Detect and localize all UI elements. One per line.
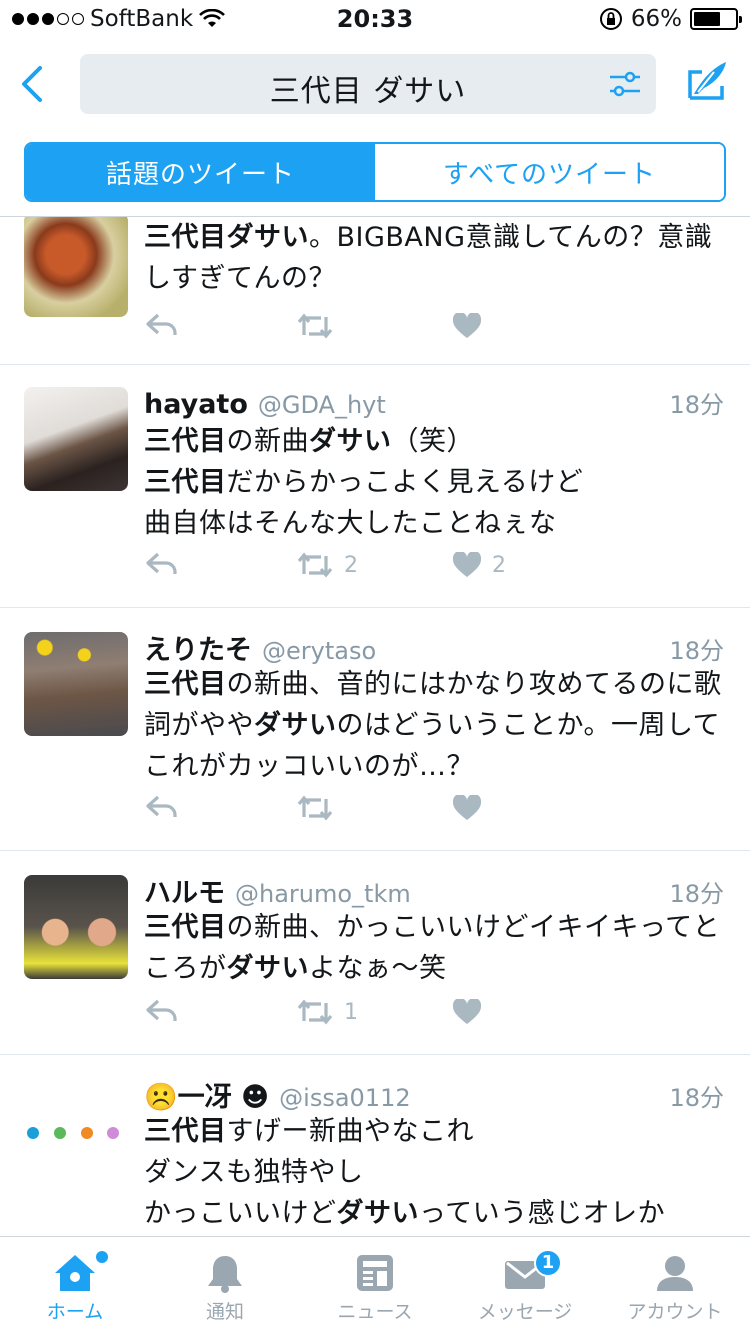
like-icon[interactable] xyxy=(452,313,482,339)
like-icon[interactable] xyxy=(452,999,482,1025)
bottom-tab-bar: ホーム 通知 ニュース 1 メッセージ アカウント xyxy=(0,1236,750,1334)
tweet-author-handle[interactable]: @harumo_tkm xyxy=(235,880,411,908)
tab-messages-label: メッセージ xyxy=(477,1301,573,1323)
tab-notifications[interactable]: 通知 xyxy=(150,1237,300,1334)
tweet-timestamp: 18分 xyxy=(669,1084,724,1112)
tweet-actions: 2 2 xyxy=(144,552,564,592)
retweet-icon xyxy=(297,552,333,578)
avatar[interactable] xyxy=(24,875,128,979)
retweet-count: 2 xyxy=(344,552,358,578)
retweet-count: 1 xyxy=(344,999,358,1025)
timeline[interactable]: 三代目ダサい。BIGBANG意識してんの？意識しすぎてんの？ hayato @G… xyxy=(0,217,750,1236)
tweet-author-handle[interactable]: @erytaso xyxy=(262,637,376,665)
tweet-timestamp: 18分 xyxy=(669,637,724,665)
search-query: 三代目 ダサい xyxy=(269,74,467,109)
tab-account-label: アカウント xyxy=(627,1301,723,1323)
rotation-lock-icon xyxy=(599,8,622,30)
tab-news-label: ニュース xyxy=(337,1301,413,1323)
battery-percent: 66% xyxy=(630,6,682,32)
filter-icon[interactable] xyxy=(608,70,642,98)
tab-home-label: ホーム xyxy=(46,1301,104,1323)
search-header: 三代目 ダサい xyxy=(0,40,750,128)
messages-badge: 1 xyxy=(534,1249,562,1277)
tweet[interactable]: えりたそ @erytaso 18分 三代目の新曲、音的にはかなり攻めてるのに歌詞… xyxy=(0,608,750,851)
tweet[interactable]: ハルモ @harumo_tkm 18分 三代目の新曲、かっこいいけどイキイキって… xyxy=(0,851,750,1055)
tab-account[interactable]: アカウント xyxy=(600,1237,750,1334)
tweet-actions: 1 xyxy=(144,999,564,1039)
reply-icon[interactable] xyxy=(146,552,178,576)
tweet-filter-tabs: 話題のツイート すべてのツイート xyxy=(24,142,726,202)
tweet-author-handle[interactable]: @issa0112 xyxy=(279,1084,410,1112)
home-icon xyxy=(55,1255,95,1291)
like-icon[interactable] xyxy=(452,795,482,821)
retweet-icon[interactable] xyxy=(296,313,334,339)
tweet-text: 三代目ダサい。BIGBANG意識してんの？意識しすぎてんの？ xyxy=(144,222,713,294)
tweet-timestamp: 18分 xyxy=(669,880,724,908)
reply-icon[interactable] xyxy=(146,999,178,1023)
tweet-text: 三代目の新曲ダサい（笑） 三代目だからかっこよく見えるけど 曲自体はそんな大したこと… xyxy=(144,426,584,539)
search-input[interactable]: 三代目 ダサい xyxy=(80,54,656,114)
tweet-author-name[interactable]: ☹️一冴 ☻ xyxy=(144,1075,269,1114)
avatar-emoji-icons xyxy=(27,1127,119,1139)
tweet-text: 三代目すげー新曲やなこれ ダンスも独特やし かっこいいけどダサいっていう感じオレか xyxy=(144,1116,666,1229)
retweet-button[interactable]: 1 xyxy=(296,999,358,1025)
tab-messages[interactable]: 1 メッセージ xyxy=(450,1237,600,1334)
tweet-author-handle[interactable]: @GDA_hyt xyxy=(258,391,386,419)
tweet[interactable]: 三代目ダサい。BIGBANG意識してんの？意識しすぎてんの？ xyxy=(0,217,750,365)
avatar[interactable] xyxy=(24,632,128,736)
bell-icon xyxy=(208,1256,242,1293)
tweet-text: 三代目の新曲、音的にはかなり攻めてるのに歌詞がややダサいのはどういうことか。一周… xyxy=(144,669,722,782)
avatar[interactable] xyxy=(24,387,128,491)
avatar[interactable] xyxy=(24,1079,128,1183)
reply-icon[interactable] xyxy=(146,313,178,337)
tab-top-tweets[interactable]: 話題のツイート xyxy=(26,144,375,200)
like-button[interactable]: 2 xyxy=(452,552,506,578)
battery-icon xyxy=(690,8,742,30)
tab-home[interactable]: ホーム xyxy=(0,1237,150,1334)
tweet-author-name[interactable]: えりたそ xyxy=(144,628,252,667)
tweet-author-name[interactable]: hayato xyxy=(144,389,248,420)
reply-icon[interactable] xyxy=(146,795,178,819)
account-icon xyxy=(657,1256,693,1291)
tweet-author-name[interactable]: ハルモ xyxy=(144,871,225,910)
like-icon xyxy=(452,552,482,577)
tweet-actions xyxy=(144,795,564,835)
retweet-button[interactable]: 2 xyxy=(296,552,358,578)
compose-tweet-icon[interactable] xyxy=(684,58,730,104)
like-count: 2 xyxy=(492,552,506,578)
tab-notifications-label: 通知 xyxy=(205,1301,244,1323)
tweet-timestamp: 18分 xyxy=(669,391,724,419)
retweet-icon[interactable] xyxy=(296,795,334,821)
tab-all-tweets[interactable]: すべてのツイート xyxy=(375,144,724,200)
back-icon[interactable] xyxy=(16,64,48,104)
tweet-text: 三代目の新曲、かっこいいけどイキイキってところがダサいよなぁ〜笑 xyxy=(144,912,721,984)
tweet[interactable]: ☹️一冴 ☻ @issa0112 18分 三代目すげー新曲やなこれ ダンスも独特や… xyxy=(0,1055,750,1236)
retweet-icon xyxy=(297,999,333,1025)
avatar[interactable] xyxy=(24,217,128,317)
home-new-indicator xyxy=(96,1251,108,1263)
tweet[interactable]: hayato @GDA_hyt 18分 三代目の新曲ダサい（笑） 三代目だからかっ… xyxy=(0,365,750,608)
news-icon xyxy=(357,1255,393,1291)
tweet-actions xyxy=(144,313,564,353)
tab-news[interactable]: ニュース xyxy=(300,1237,450,1334)
status-bar: SoftBank 20:33 66% xyxy=(0,0,750,40)
